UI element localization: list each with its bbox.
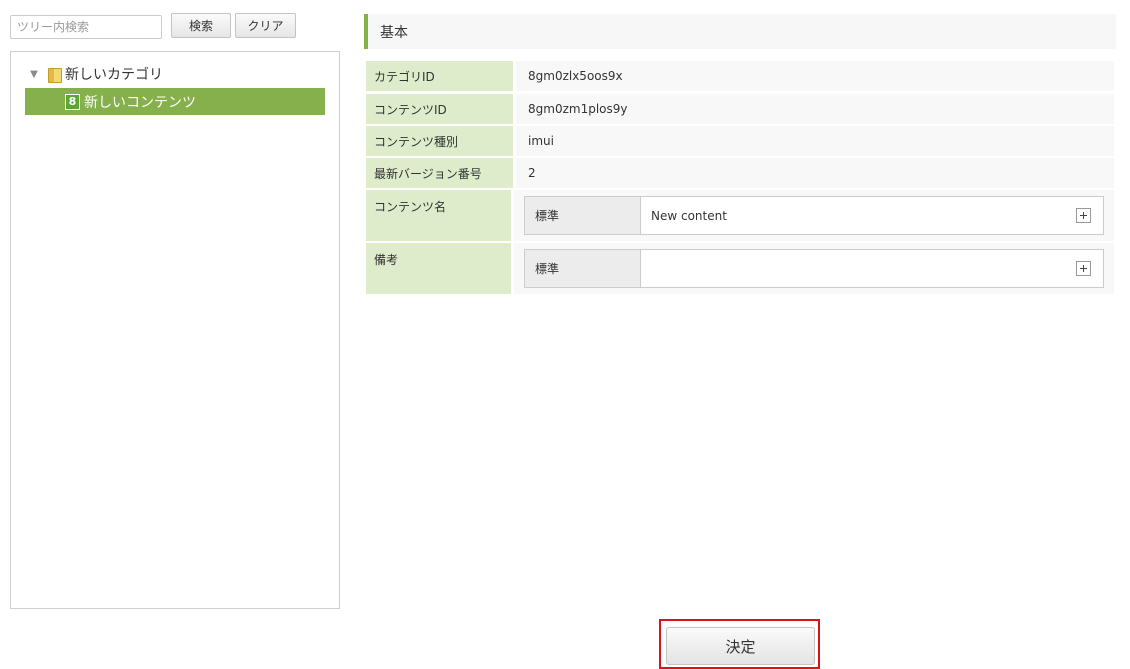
content-name-value[interactable]: New content	[651, 209, 727, 223]
remarks-locale-label: 標準	[525, 250, 641, 287]
submit-button[interactable]: 決定	[666, 627, 815, 665]
content-type-label: コンテンツ種別	[366, 126, 513, 156]
detail-row-remarks: 備考 標準	[366, 243, 1114, 294]
tree-node-category[interactable]: ▼ 新しいカテゴリ	[27, 64, 163, 84]
content-name-locale-label: 標準	[525, 197, 641, 234]
content-name-field[interactable]: New content	[641, 197, 1103, 234]
tree-clear-button[interactable]: クリア	[235, 13, 296, 38]
add-locale-plus-icon[interactable]	[1076, 261, 1091, 276]
tree-node-content-label: 新しいコンテンツ	[84, 94, 196, 111]
tree-node-content-selected[interactable]: 8 新しいコンテンツ	[25, 88, 325, 115]
content-name-cell: 標準 New content	[514, 190, 1114, 241]
detail-row-content-type: コンテンツ種別 imui	[366, 126, 1114, 156]
version-label: 最新バージョン番号	[366, 158, 513, 188]
content-name-locale-box: 標準 New content	[524, 196, 1104, 235]
remarks-locale-box: 標準	[524, 249, 1104, 288]
section-header: 基本	[364, 14, 1116, 49]
detail-row-content-id: コンテンツID 8gm0zm1plos9y	[366, 94, 1114, 124]
detail-row-version: 最新バージョン番号 2	[366, 158, 1114, 188]
remarks-cell: 標準	[514, 243, 1114, 294]
content-id-label: コンテンツID	[366, 94, 513, 124]
folder-icon	[47, 67, 62, 83]
content-id-value: 8gm0zm1plos9y	[516, 94, 1114, 124]
content-icon: 8	[65, 93, 80, 110]
remarks-label: 備考	[366, 243, 511, 294]
detail-row-category-id: カテゴリID 8gm0zlx5oos9x	[366, 61, 1114, 91]
tree-search-input[interactable]	[10, 15, 162, 39]
content-type-value: imui	[516, 126, 1114, 156]
category-id-value: 8gm0zlx5oos9x	[516, 61, 1114, 91]
add-locale-plus-icon[interactable]	[1076, 208, 1091, 223]
tree-search-button[interactable]: 検索	[171, 13, 231, 38]
version-value: 2	[516, 158, 1114, 188]
tree-panel: ▼ 新しいカテゴリ 8 新しいコンテンツ	[10, 51, 340, 609]
detail-row-content-name: コンテンツ名 標準 New content	[366, 190, 1114, 241]
tree-node-category-label: 新しいカテゴリ	[65, 67, 163, 83]
content-name-label: コンテンツ名	[366, 190, 511, 241]
collapse-triangle-icon[interactable]: ▼	[27, 69, 41, 80]
remarks-field[interactable]	[641, 250, 1103, 287]
section-title: 基本	[380, 24, 408, 41]
category-id-label: カテゴリID	[366, 61, 513, 91]
